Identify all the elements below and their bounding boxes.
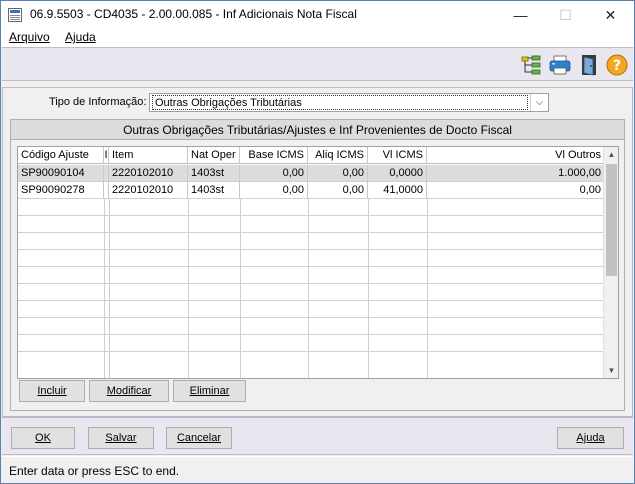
help-icon[interactable]: ? (606, 54, 628, 76)
ajuda-button[interactable]: Ajuda (557, 427, 624, 449)
close-button[interactable]: ✕ (588, 1, 633, 29)
cell-base-icms: 0,00 (240, 182, 308, 199)
status-bar: Enter data or press ESC to end. (2, 456, 633, 483)
col-header-base-icms[interactable]: Base ICMS (240, 147, 308, 164)
exit-door-icon[interactable] (578, 54, 600, 76)
eliminar-button[interactable]: Eliminar (173, 380, 246, 402)
scroll-thumb[interactable] (606, 164, 617, 276)
ajuda-label: Ajuda (576, 432, 605, 444)
modificar-label: Modificar (106, 385, 152, 397)
ok-button[interactable]: OK (11, 427, 75, 449)
col-header-vl-outros[interactable]: Vl Outros (427, 147, 604, 164)
grid-vertical-scrollbar[interactable]: ▲ ▼ (603, 147, 618, 378)
grid-divider (240, 199, 241, 378)
cell-aliq-icms: 0,00 (308, 165, 368, 182)
col-header-aliq-icms[interactable]: Aliq ICMS (308, 147, 368, 164)
incluir-label: Incluir (37, 385, 67, 397)
cancelar-label: Cancelar (176, 432, 222, 444)
cell-vl-outros: 0,00 (579, 184, 601, 196)
menu-ajuda[interactable]: Ajuda (65, 30, 96, 44)
title-bar[interactable]: 06.9.5503 - CD4035 - 2.00.00.085 - Inf A… (1, 1, 634, 29)
tipo-informacao-value: Outras Obrigações Tributárias (152, 95, 528, 110)
col-header-codigo-ajuste[interactable]: Código Ajuste (18, 147, 104, 164)
menu-arquivo[interactable]: Arquivo (9, 30, 50, 44)
maximize-button[interactable]: ☐ (543, 1, 588, 29)
footer-bar: OK Salvar Cancelar Ajuda (2, 417, 633, 455)
minimize-button[interactable]: — (498, 1, 543, 29)
col-header-vl-icms[interactable]: Vl ICMS (368, 147, 427, 164)
grid-divider (104, 199, 105, 378)
main-window: 06.9.5503 - CD4035 - 2.00.00.085 - Inf A… (0, 0, 635, 484)
tree-icon[interactable] (520, 54, 542, 76)
cell-codigo-ajuste: SP90090278 (18, 182, 104, 199)
cell-aliq-icms: 0,00 (308, 182, 368, 199)
chevron-down-icon[interactable]: ⌵ (530, 94, 548, 111)
col-header-item[interactable]: Item (109, 147, 188, 164)
app-form-icon (8, 8, 22, 22)
table-row[interactable]: SP90090278 2220102010 1403st 0,00 0,00 4… (18, 182, 604, 199)
cell-codigo-ajuste: SP90090104 (18, 165, 104, 182)
salvar-label: Salvar (105, 432, 137, 444)
printer-icon[interactable] (549, 54, 571, 76)
grid-divider (308, 199, 309, 378)
cell-item: 2220102010 (109, 182, 188, 199)
grid-divider (368, 199, 369, 378)
eliminar-label: Eliminar (189, 385, 230, 397)
cell-vl-icms: 41,0000 (368, 182, 427, 199)
cell-vl-outros: 1.000,00 (558, 167, 601, 179)
cancelar-button[interactable]: Cancelar (166, 427, 232, 449)
obrigacoes-group: Outras Obrigações Tributárias/Ajustes e … (10, 119, 625, 411)
scroll-down-arrow-icon[interactable]: ▼ (604, 363, 618, 378)
table-row[interactable]: SP90090104 2220102010 1403st 0,00 0,00 0… (18, 165, 604, 182)
grid-divider (109, 199, 110, 378)
incluir-button[interactable]: Incluir (19, 380, 85, 402)
scroll-up-arrow-icon[interactable]: ▲ (604, 147, 618, 162)
ajustes-grid[interactable]: Código Ajuste I Item Nat Oper Base ICMS … (17, 146, 619, 379)
tipo-informacao-label: Tipo de Informação: (49, 96, 147, 108)
ok-label: OK (35, 432, 51, 444)
cell-vl-icms: 0,0000 (368, 165, 427, 182)
salvar-button[interactable]: Salvar (88, 427, 154, 449)
group-title: Outras Obrigações Tributárias/Ajustes e … (11, 120, 624, 140)
tipo-informacao-select[interactable]: Outras Obrigações Tributárias ⌵ (149, 93, 549, 112)
toolbar: ? (2, 47, 633, 81)
help-glyph: ? (613, 58, 621, 74)
cell-nat-oper: 1403st (188, 165, 240, 182)
grid-divider (188, 199, 189, 378)
col-header-nat-oper[interactable]: Nat Oper (188, 147, 240, 164)
modificar-button[interactable]: Modificar (89, 380, 169, 402)
menu-bar: Arquivo Ajuda (1, 29, 634, 47)
window-title: 06.9.5503 - CD4035 - 2.00.00.085 - Inf A… (30, 7, 357, 21)
cell-item: 2220102010 (109, 165, 188, 182)
status-text: Enter data or press ESC to end. (9, 464, 180, 478)
cell-base-icms: 0,00 (240, 165, 308, 182)
empty-grid-rows (18, 199, 604, 363)
grid-header-row: Código Ajuste I Item Nat Oper Base ICMS … (18, 147, 604, 164)
grid-divider (427, 199, 428, 378)
cell-nat-oper: 1403st (188, 182, 240, 199)
